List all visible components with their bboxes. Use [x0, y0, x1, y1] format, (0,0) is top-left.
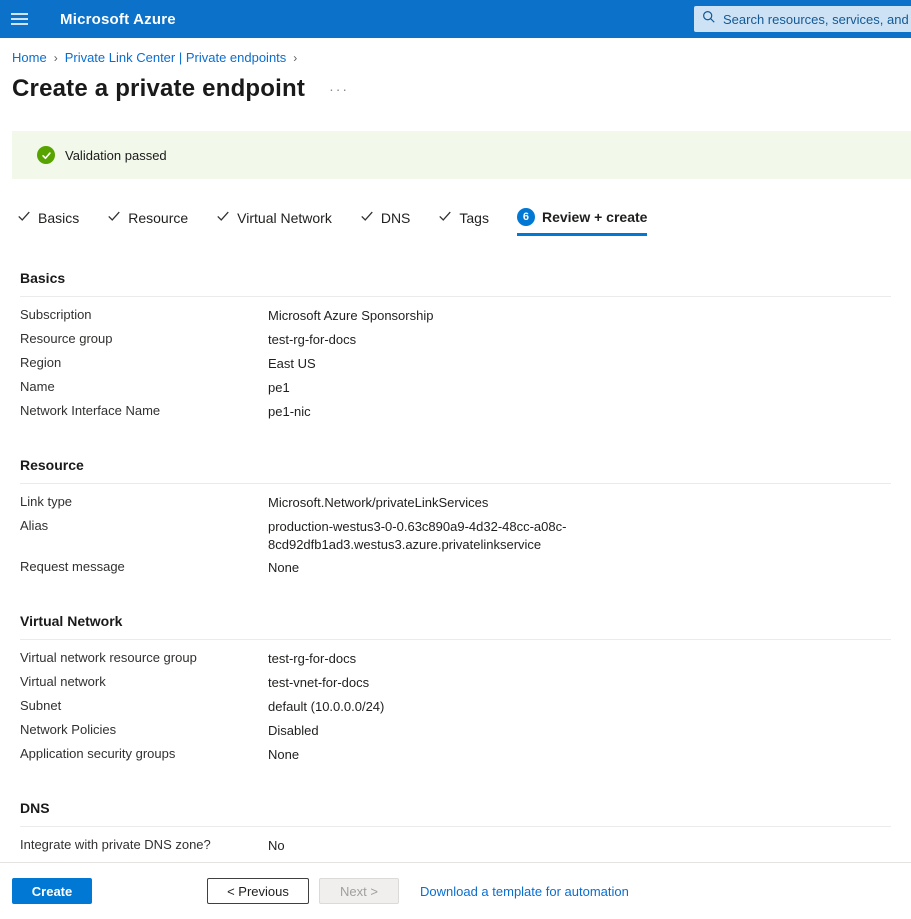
row-label: Resource group — [20, 326, 268, 346]
next-button[interactable]: Next > — [319, 878, 399, 904]
create-button[interactable]: Create — [12, 878, 92, 904]
tab-tags[interactable]: Tags — [438, 209, 489, 236]
azure-logo-title[interactable]: Microsoft Azure — [60, 11, 176, 28]
global-search[interactable] — [694, 6, 911, 32]
success-check-icon — [37, 146, 55, 164]
row-label: Link type — [20, 489, 268, 509]
tab-label: Basics — [38, 210, 79, 226]
row-label: Virtual network resource group — [20, 645, 268, 665]
breadcrumb-home-link[interactable]: Home — [12, 50, 47, 65]
tab-basics[interactable]: Basics — [17, 209, 79, 236]
divider — [20, 639, 891, 640]
row-label: Subscription — [20, 302, 268, 322]
row-label: Integrate with private DNS zone? — [20, 832, 268, 852]
review-row: Virtual network resource group test-rg-f… — [20, 645, 891, 669]
download-template-link[interactable]: Download a template for automation — [420, 884, 629, 899]
row-value: test-vnet-for-docs — [268, 669, 369, 692]
divider — [20, 483, 891, 484]
review-row: Link type Microsoft.Network/privateLinkS… — [20, 489, 891, 513]
previous-button[interactable]: < Previous — [207, 878, 309, 904]
divider — [20, 296, 891, 297]
tab-label: Tags — [459, 210, 489, 226]
tab-label: Review + create — [542, 209, 647, 225]
review-row: Resource group test-rg-for-docs — [20, 326, 891, 350]
review-row: Subscription Microsoft Azure Sponsorship — [20, 302, 891, 326]
section-title: Virtual Network — [20, 605, 891, 639]
row-value: Microsoft.Network/privateLinkServices — [268, 489, 488, 512]
row-label: Network Interface Name — [20, 398, 268, 418]
section-basics: Basics Subscription Microsoft Azure Spon… — [20, 262, 891, 422]
row-label: Application security groups — [20, 741, 268, 761]
check-icon — [360, 209, 374, 226]
tab-resource[interactable]: Resource — [107, 209, 188, 236]
tab-dns[interactable]: DNS — [360, 209, 411, 236]
review-row: Subnet default (10.0.0.0/24) — [20, 693, 891, 717]
review-row: Name pe1 — [20, 374, 891, 398]
tab-label: Virtual Network — [237, 210, 332, 226]
more-actions-icon[interactable]: ··· — [325, 79, 353, 99]
search-input[interactable] — [723, 12, 911, 27]
section-title: Resource — [20, 449, 891, 483]
section-title: DNS — [20, 792, 891, 826]
row-value: pe1-nic — [268, 398, 311, 421]
row-value: Microsoft Azure Sponsorship — [268, 302, 433, 325]
review-row: Network Policies Disabled — [20, 717, 891, 741]
breadcrumb-separator: › — [293, 51, 297, 65]
row-value: test-rg-for-docs — [268, 326, 356, 349]
review-row: Request message None — [20, 554, 891, 578]
row-value: default (10.0.0.0/24) — [268, 693, 384, 716]
wizard-tabs: Basics Resource Virtual Network DNS Tags… — [17, 208, 647, 236]
tab-label: Resource — [128, 210, 188, 226]
validation-banner: Validation passed — [12, 131, 911, 179]
search-icon — [702, 10, 716, 29]
review-row: Region East US — [20, 350, 891, 374]
row-label: Virtual network — [20, 669, 268, 689]
row-label: Request message — [20, 554, 268, 574]
tab-review-create[interactable]: 6 Review + create — [517, 208, 647, 236]
top-bar: Microsoft Azure — [0, 0, 911, 38]
step-number-badge: 6 — [517, 208, 535, 226]
tab-virtual-network[interactable]: Virtual Network — [216, 209, 332, 236]
section-title: Basics — [20, 262, 891, 296]
review-row: Network Interface Name pe1-nic — [20, 398, 891, 422]
row-label: Region — [20, 350, 268, 370]
review-row: Application security groups None — [20, 741, 891, 765]
row-value: East US — [268, 350, 316, 373]
row-value: production-westus3-0-0.63c890a9-4d32-48c… — [268, 513, 576, 554]
row-label: Subnet — [20, 693, 268, 713]
row-value: None — [268, 554, 299, 577]
review-row: Virtual network test-vnet-for-docs — [20, 669, 891, 693]
review-row: Alias production-westus3-0-0.63c890a9-4d… — [20, 513, 891, 554]
section-resource: Resource Link type Microsoft.Network/pri… — [20, 449, 891, 578]
section-virtual-network: Virtual Network Virtual network resource… — [20, 605, 891, 765]
wizard-footer: Create < Previous Next > Download a temp… — [0, 862, 911, 919]
review-content: Basics Subscription Microsoft Azure Spon… — [20, 262, 891, 907]
row-value: Disabled — [268, 717, 319, 740]
divider — [20, 826, 891, 827]
row-label: Network Policies — [20, 717, 268, 737]
check-icon — [438, 209, 452, 226]
check-icon — [107, 209, 121, 226]
review-row: Integrate with private DNS zone? No — [20, 832, 891, 856]
row-value: None — [268, 741, 299, 764]
breadcrumb: Home › Private Link Center | Private end… — [12, 50, 911, 65]
page-title: Create a private endpoint — [12, 75, 305, 103]
row-value: No — [268, 832, 285, 855]
row-label: Alias — [20, 513, 268, 533]
check-icon — [17, 209, 31, 226]
breadcrumb-separator: › — [54, 51, 58, 65]
check-icon — [216, 209, 230, 226]
row-value: test-rg-for-docs — [268, 645, 356, 668]
breadcrumb-private-link-center-link[interactable]: Private Link Center | Private endpoints — [65, 50, 287, 65]
tab-label: DNS — [381, 210, 411, 226]
hamburger-menu-icon[interactable] — [0, 0, 38, 38]
row-label: Name — [20, 374, 268, 394]
validation-message: Validation passed — [65, 148, 167, 163]
row-value: pe1 — [268, 374, 290, 397]
